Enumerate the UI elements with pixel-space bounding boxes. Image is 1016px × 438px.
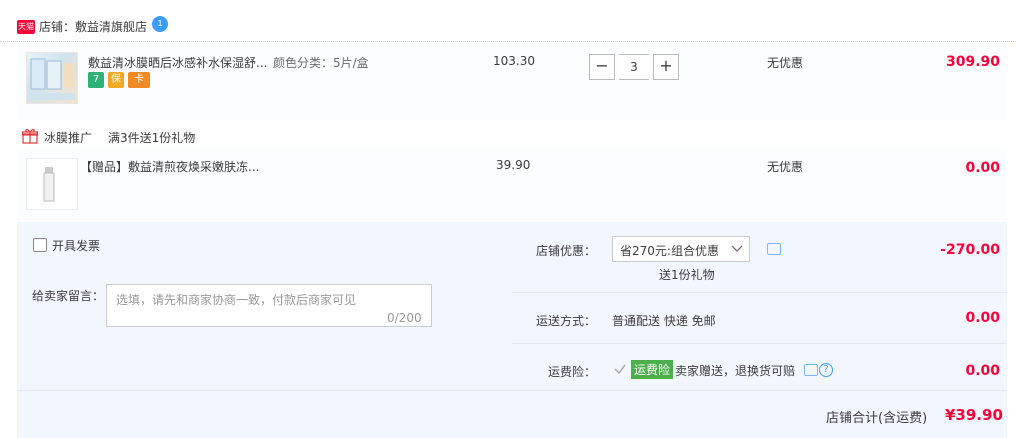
shipping-amount: 0.00 [965, 310, 1000, 326]
guarantee-icon[interactable]: 保 [108, 72, 124, 88]
store-discount-label: 店铺优惠： [536, 244, 597, 258]
quantity-input[interactable]: 3 [619, 54, 649, 80]
product-image-icon [29, 58, 75, 100]
card-payment-icon[interactable]: 卡 [128, 72, 150, 88]
invoice-checkbox[interactable] [33, 238, 47, 252]
store-name-link[interactable]: 店铺：敷益清旗舰店 [39, 18, 147, 35]
gift-thumbnail[interactable] [26, 158, 78, 210]
message-textarea[interactable]: 选填，请先和商家协商一致，付款后商家可见 0/200 [106, 284, 432, 327]
gift-price: 39.90 [496, 158, 531, 172]
store-total-label: 店铺合计(含运费) [826, 411, 928, 426]
product-title-link[interactable]: 敷益清冰膜晒后冰感补水保湿舒... [88, 54, 267, 71]
promotion-rule: 满3件送1份礼物 [108, 131, 196, 145]
message-counter: 0/200 [387, 311, 422, 325]
divider [512, 292, 1007, 293]
quantity-decrease-button[interactable]: − [589, 54, 615, 80]
divider [512, 343, 1007, 344]
gift-subtotal: 0.00 [965, 160, 1000, 176]
store-header: 天猫 店铺：敷益清旗舰店 1 [0, 0, 1016, 42]
store-total-amount: ¥39.90 [945, 406, 1003, 424]
help-icon[interactable]: ? [819, 363, 833, 377]
order-options-panel [17, 222, 1007, 438]
insurance-tag: 运费险 [631, 360, 674, 379]
shipping-label: 运送方式： [536, 314, 597, 328]
wangwang-chat-icon[interactable]: 1 [152, 16, 168, 32]
insurance-amount: 0.00 [965, 363, 1000, 379]
gift-title-link[interactable]: 【赠品】敷益清煎夜焕采嫩肤冻... [80, 158, 259, 175]
store-discount-select[interactable]: 省270元:组合优惠 [612, 236, 750, 262]
store-discount-note: 送1份礼物 [659, 268, 715, 282]
chevron-down-icon [731, 243, 743, 255]
product-sku: 颜色分类：5片/盒 [273, 56, 369, 70]
tmall-badge-icon: 天猫 [17, 20, 35, 34]
divider [17, 390, 1007, 391]
promotion-name: 冰膜推广 [44, 131, 93, 145]
message-placeholder: 选填，请先和商家协商一致，付款后商家可见 [116, 293, 357, 307]
insurance-label: 运费险： [548, 365, 597, 379]
seven-day-return-icon[interactable]: 7 [88, 72, 104, 88]
store-discount-selected: 省270元:组合优惠 [620, 244, 719, 258]
product-thumbnail[interactable] [26, 52, 78, 104]
insurance-desc: 卖家赠送，退换货可赔 [675, 364, 796, 378]
gift-discount: 无优惠 [767, 160, 804, 174]
insurance-checked-icon [613, 362, 627, 376]
invoice-label: 开具发票 [52, 239, 101, 253]
gift-icon [21, 128, 39, 144]
shipping-method: 普通配送 快递 免邮 [612, 314, 716, 328]
unit-price: 103.30 [493, 54, 535, 68]
quantity-increase-button[interactable]: + [653, 54, 679, 80]
store-discount-amount: -270.00 [940, 242, 1000, 258]
item-subtotal: 309.90 [945, 54, 1000, 70]
discount-chat-icon[interactable] [767, 243, 781, 255]
item-discount: 无优惠 [767, 56, 804, 70]
gift-product-image-icon [43, 167, 55, 202]
message-label: 给卖家留言： [32, 289, 105, 303]
insurance-chat-icon[interactable] [804, 364, 818, 376]
